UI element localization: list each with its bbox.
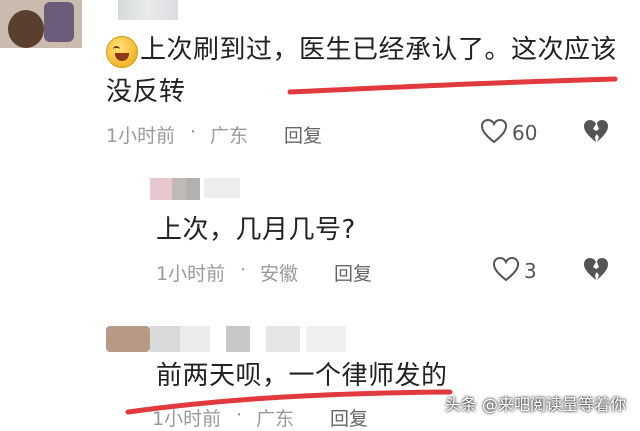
comment-text: 前两天呗，一个律师发的 (156, 361, 448, 391)
comment-time: 1小时前 (152, 408, 222, 430)
reply-button[interactable]: 回复 (284, 121, 322, 148)
red-underline-1 (287, 76, 618, 95)
comment-location: 广东 (210, 125, 249, 147)
broken-heart-icon[interactable] (582, 256, 610, 282)
heart-outline-icon[interactable] (492, 256, 520, 282)
watermark: 头条 @来吧阅读量等着你 (444, 395, 626, 414)
avatar[interactable] (0, 0, 82, 48)
comment-location: 安徽 (260, 263, 299, 285)
comment-text-line1: 上次刷到过，医生已经承认了。这次应该 (140, 35, 618, 65)
like-count: 60 (512, 121, 538, 145)
avatar[interactable] (106, 326, 346, 352)
like-count: 3 (524, 259, 537, 283)
username-blurred[interactable] (204, 178, 240, 198)
comment-text: 上次，几月几号? (156, 215, 356, 245)
meta-separator: · (190, 121, 197, 143)
laughing-emoji-icon (106, 36, 138, 68)
username-blurred[interactable] (118, 0, 178, 20)
comment-text-line2: 没反转 (106, 77, 186, 107)
comment-location: 广东 (256, 408, 295, 430)
comment-time: 1小时前 (156, 263, 226, 285)
reply-button[interactable]: 回复 (330, 404, 368, 431)
meta-separator: · (236, 404, 243, 426)
comment-time: 1小时前 (106, 125, 176, 147)
meta-separator: · (240, 259, 247, 281)
heart-outline-icon[interactable] (480, 118, 508, 144)
avatar[interactable] (150, 178, 200, 200)
reply-button[interactable]: 回复 (334, 259, 372, 286)
broken-heart-icon[interactable] (582, 118, 610, 144)
